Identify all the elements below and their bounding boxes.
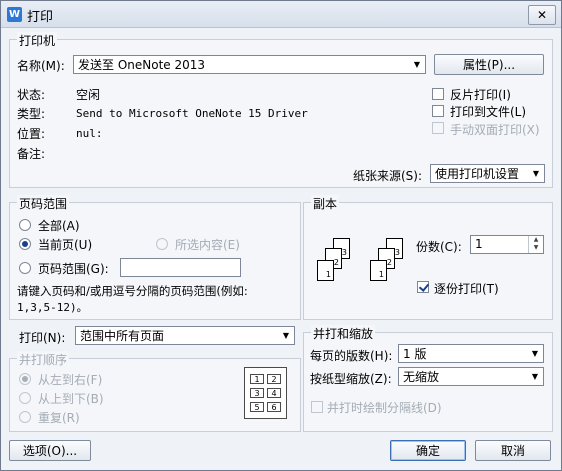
chevron-down-icon: ▼ (531, 372, 539, 381)
order-left-to-right-label: 从左到右(F) (38, 373, 103, 387)
collate-checkbox[interactable] (417, 281, 429, 293)
location-value: nul: (76, 127, 103, 140)
page-range-custom-label: 页码范围(G): (38, 262, 109, 276)
order-layout-preview: 1 2 3 4 5 6 (244, 367, 287, 419)
comment-label: 备注: (17, 147, 46, 161)
page-icon: 1 (370, 260, 387, 281)
layout-cell: 5 (250, 402, 264, 412)
chevron-down-icon: ▼ (413, 60, 421, 69)
order-left-to-right-radio[interactable] (19, 373, 31, 385)
copies-count-input[interactable]: 1 ▲ ▼ (470, 235, 544, 254)
reverse-print-label: 反片打印(I) (450, 88, 511, 102)
page-range-current-label: 当前页(U) (38, 238, 93, 252)
status-value: 空闲 (76, 88, 101, 102)
type-value: Send to Microsoft OneNote 15 Driver (76, 107, 308, 120)
print-what-value: 范围中所有页面 (80, 329, 165, 343)
page-range-hint-line1: 请键入页码和/或用逗号分隔的页码范围(例如: (17, 284, 248, 298)
copies-count-value: 1 (475, 237, 483, 251)
print-to-file-checkbox[interactable] (432, 105, 444, 117)
pages-per-sheet-label: 每页的版数(H): (310, 349, 393, 363)
zoom-group-label: 并打和缩放 (311, 325, 376, 342)
spin-up-icon[interactable]: ▲ (529, 236, 543, 244)
page-range-current-radio[interactable] (19, 238, 31, 250)
manual-duplex-checkbox[interactable] (432, 122, 444, 134)
layout-cell: 3 (250, 388, 264, 398)
paper-source-select[interactable]: 使用打印机设置 ▼ (430, 164, 545, 183)
scale-select[interactable]: 无缩放 ▼ (398, 367, 544, 386)
pages-per-sheet-value: 1 版 (403, 347, 427, 361)
scale-label: 按纸型缩放(Z): (310, 372, 392, 386)
page-range-group-label: 页码范围 (17, 195, 70, 212)
page-range-selection-radio[interactable] (156, 238, 168, 250)
print-what-select[interactable]: 范围中所有页面 ▼ (75, 326, 295, 345)
order-repeat-label: 重复(R) (38, 411, 80, 425)
page-range-hint-line2: 1,3,5-12)。 (17, 301, 88, 314)
page-range-all-label: 全部(A) (38, 219, 80, 233)
manual-duplex-label: 手动双面打印(X) (450, 123, 540, 137)
type-label: 类型: (17, 107, 46, 121)
printer-name-value: 发送至 OneNote 2013 (78, 58, 206, 72)
collate-stack-1: 3 2 1 (315, 238, 355, 288)
chevron-down-icon: ▼ (282, 331, 290, 340)
copies-group-label: 副本 (311, 195, 340, 212)
title-bar: W 打印 ✕ (1, 1, 561, 28)
pages-per-sheet-select[interactable]: 1 版 ▼ (398, 344, 544, 363)
layout-cell: 2 (267, 374, 281, 384)
print-dialog: W 打印 ✕ 打印机 名称(M): 发送至 OneNote 2013 ▼ 属性(… (0, 0, 562, 471)
spin-down-icon[interactable]: ▼ (529, 244, 543, 252)
collate-label: 逐份打印(T) (434, 282, 499, 296)
options-button[interactable]: 选项(O)... (9, 440, 91, 461)
page-range-all-radio[interactable] (19, 219, 31, 231)
order-repeat-radio[interactable] (19, 411, 31, 423)
copies-count-label: 份数(C): (416, 240, 462, 254)
page-icon: 1 (317, 260, 334, 281)
scale-value: 无缩放 (403, 370, 440, 384)
location-label: 位置: (17, 127, 46, 141)
printer-name-label: 名称(M): (17, 59, 65, 73)
printer-name-select[interactable]: 发送至 OneNote 2013 ▼ (73, 55, 426, 74)
collate-stack-2: 3 2 1 (368, 238, 408, 288)
order-top-to-bottom-label: 从上到下(B) (38, 392, 104, 406)
ok-button[interactable]: 确定 (390, 440, 466, 461)
status-label: 状态: (17, 88, 46, 102)
page-range-custom-radio[interactable] (19, 262, 31, 274)
layout-cell: 4 (267, 388, 281, 398)
print-what-label: 打印(N): (19, 331, 66, 345)
wps-writer-icon: W (7, 7, 22, 22)
properties-button[interactable]: 属性(P)... (434, 54, 544, 75)
chevron-down-icon: ▼ (531, 349, 539, 358)
copies-spinner[interactable]: ▲ ▼ (528, 236, 543, 253)
draw-separator-label: 并打时绘制分隔线(D) (327, 401, 442, 415)
layout-cell: 6 (267, 402, 281, 412)
printer-group-label: 打印机 (17, 32, 58, 49)
chevron-down-icon: ▼ (532, 169, 540, 178)
page-range-input[interactable] (120, 258, 241, 277)
print-to-file-label: 打印到文件(L) (450, 105, 527, 119)
order-group-label: 并打顺序 (17, 351, 70, 368)
draw-separator-checkbox[interactable] (311, 401, 323, 413)
cancel-button[interactable]: 取消 (475, 440, 551, 461)
paper-source-label: 纸张来源(S): (353, 169, 423, 183)
paper-source-value: 使用打印机设置 (435, 167, 520, 181)
dialog-title: 打印 (27, 10, 54, 25)
order-top-to-bottom-radio[interactable] (19, 392, 31, 404)
close-button[interactable]: ✕ (528, 5, 556, 25)
page-range-selection-label: 所选内容(E) (175, 238, 240, 252)
reverse-print-checkbox[interactable] (432, 88, 444, 100)
layout-cell: 1 (250, 374, 264, 384)
